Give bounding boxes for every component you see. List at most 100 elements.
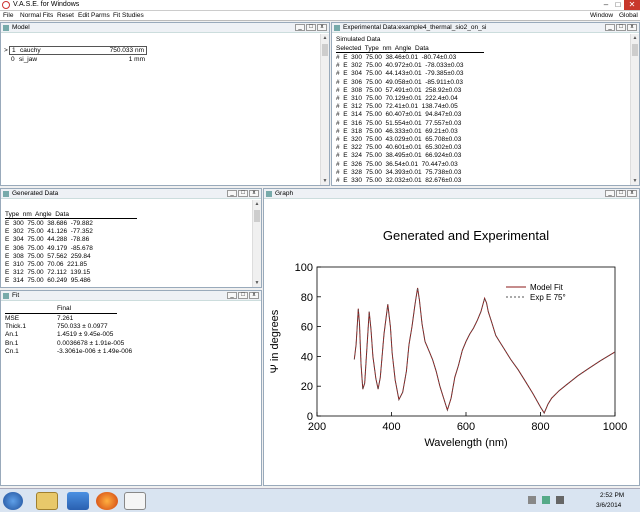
table-row[interactable]: # E 310 75.00 70.129±0.01 222.4±0.04 bbox=[336, 95, 458, 102]
table-row[interactable]: E 310 75.00 70.06 221.85 bbox=[5, 261, 87, 268]
scroll-up-icon[interactable]: ▲ bbox=[631, 34, 639, 42]
table-row[interactable]: # E 328 75.00 34.393±0.01 75.738±0.03 bbox=[336, 169, 461, 176]
table-row[interactable]: E 306 75.00 49.179 -85.678 bbox=[5, 245, 93, 252]
scroll-thumb[interactable] bbox=[254, 210, 260, 222]
scroll-up-icon[interactable]: ▲ bbox=[253, 200, 261, 208]
layer-value: 1 mm bbox=[128, 56, 145, 63]
y-tick-label: 40 bbox=[301, 351, 313, 363]
table-row[interactable]: # E 324 75.00 38.495±0.01 66.924±0.03 bbox=[336, 152, 461, 159]
table-row[interactable]: # E 316 75.00 51.554±0.01 77.557±0.03 bbox=[336, 120, 461, 127]
menu-fit-studies[interactable]: Fit Studies bbox=[113, 12, 144, 19]
table-row[interactable]: # E 312 75.00 72.41±0.01 138.74±0.05 bbox=[336, 103, 458, 110]
table-row[interactable]: E 304 75.00 44.288 -78.86 bbox=[5, 236, 89, 243]
table-row[interactable]: # E 302 75.00 40.972±0.01 -78.033±0.03 bbox=[336, 62, 463, 69]
table-row[interactable]: E 302 75.00 41.126 -77.352 bbox=[5, 228, 93, 235]
model-window: Model _ □ x > 1 cauchy 750.033 nm 0 si_jaw… bbox=[0, 22, 330, 186]
volume-icon[interactable] bbox=[556, 496, 564, 504]
close-icon[interactable]: x bbox=[627, 24, 637, 31]
maximize-icon[interactable]: □ bbox=[616, 24, 626, 31]
close-icon[interactable]: x bbox=[317, 24, 327, 31]
table-row[interactable]: # E 304 75.00 44.143±0.01 -79.385±0.03 bbox=[336, 70, 463, 77]
y-tick-label: 80 bbox=[301, 292, 313, 304]
maximize-icon[interactable]: □ bbox=[616, 190, 626, 197]
internet-explorer-icon[interactable] bbox=[67, 492, 89, 510]
menu-normal-fits[interactable]: Normal Fits bbox=[20, 12, 53, 19]
minimize-icon[interactable]: – bbox=[600, 0, 612, 10]
menu-global[interactable]: Global bbox=[619, 12, 638, 19]
scroll-thumb[interactable] bbox=[632, 44, 638, 56]
clock-date[interactable]: 3/6/2014 bbox=[596, 502, 621, 509]
experimental-scrollbar[interactable]: ▲ ▼ bbox=[630, 34, 639, 185]
scroll-thumb[interactable] bbox=[322, 44, 328, 56]
minimize-icon[interactable]: _ bbox=[295, 24, 305, 31]
minimize-icon[interactable]: _ bbox=[227, 292, 237, 299]
network-icon[interactable] bbox=[542, 496, 550, 504]
scroll-up-icon[interactable]: ▲ bbox=[321, 34, 329, 42]
table-row[interactable]: # E 306 75.00 49.058±0.01 -85.911±0.03 bbox=[336, 79, 463, 86]
taskbar: 2:52 PM 3/6/2014 bbox=[0, 488, 640, 512]
fit-param-label[interactable]: Cn.1 bbox=[5, 348, 19, 355]
table-row[interactable]: E 314 75.00 60.249 95.486 bbox=[5, 277, 91, 284]
maximize-icon[interactable]: □ bbox=[612, 0, 624, 10]
minimize-icon[interactable]: _ bbox=[605, 190, 615, 197]
table-row[interactable]: E 300 75.00 38.686 -79.882 bbox=[5, 220, 93, 227]
layer-num: 0 bbox=[11, 56, 15, 63]
graph-window-title: Graph bbox=[275, 190, 294, 197]
clock-time[interactable]: 2:52 PM bbox=[600, 492, 624, 499]
chart-title: Generated and Experimental bbox=[383, 228, 549, 243]
table-row[interactable]: # E 318 75.00 46.333±0.01 69.21±0.03 bbox=[336, 128, 458, 135]
app-title: V.A.S.E. for Windows bbox=[13, 1, 80, 8]
model-layer-1[interactable]: 1 cauchy 750.033 nm bbox=[9, 46, 147, 55]
maximize-icon[interactable]: □ bbox=[306, 24, 316, 31]
table-row[interactable]: # E 300 75.00 38.46±0.01 -80.74±0.03 bbox=[336, 54, 456, 61]
psi-chart: Generated and Experimental200 400 600 800 10… bbox=[269, 228, 627, 449]
tray-flag-icon[interactable] bbox=[528, 496, 536, 504]
table-row[interactable]: # E 308 75.00 57.491±0.01 258.92±0.03 bbox=[336, 87, 461, 94]
fit-param-value: 0.0036678 ± 1.91e-005 bbox=[57, 339, 125, 347]
model-layer-0[interactable]: 0 si_jaw 1 mm bbox=[9, 56, 147, 65]
app-title-bar: V.A.S.E. for Windows – □ ✕ bbox=[0, 0, 640, 11]
maximize-icon[interactable]: □ bbox=[238, 292, 248, 299]
close-icon[interactable]: x bbox=[627, 190, 637, 197]
table-row[interactable]: # E 330 75.00 32.032±0.01 82.676±0.03 bbox=[336, 177, 461, 184]
menu-file[interactable]: File bbox=[3, 12, 13, 19]
window-icon bbox=[3, 293, 9, 299]
table-row[interactable]: # E 326 75.00 36.54±0.01 70.447±0.03 bbox=[336, 161, 458, 168]
menu-bar: File Normal Fits Reset Edit Parms Fit St… bbox=[0, 11, 640, 21]
table-row[interactable]: # E 320 75.00 43.029±0.01 65.708±0.03 bbox=[336, 136, 461, 143]
fit-param-label[interactable]: Thick.1 bbox=[5, 323, 26, 330]
table-row[interactable]: # E 322 75.00 40.601±0.01 65.302±0.03 bbox=[336, 144, 461, 151]
close-icon[interactable]: x bbox=[249, 190, 259, 197]
scroll-down-icon[interactable]: ▼ bbox=[631, 177, 639, 185]
fit-param-label[interactable]: Bn.1 bbox=[5, 340, 18, 347]
scroll-down-icon[interactable]: ▼ bbox=[321, 177, 329, 185]
menu-window[interactable]: Window bbox=[590, 12, 613, 19]
model-scrollbar[interactable]: ▲ ▼ bbox=[320, 34, 329, 185]
app-logo-icon bbox=[2, 1, 10, 9]
file-explorer-icon[interactable] bbox=[36, 492, 58, 510]
firefox-icon[interactable] bbox=[96, 492, 118, 510]
fit-param-label[interactable]: MSE bbox=[5, 315, 19, 322]
maximize-icon[interactable]: □ bbox=[238, 190, 248, 197]
model-window-title: Model bbox=[12, 24, 30, 31]
fit-param-label[interactable]: An.1 bbox=[5, 331, 18, 338]
scroll-down-icon[interactable]: ▼ bbox=[253, 279, 261, 287]
generated-scrollbar[interactable]: ▲ ▼ bbox=[252, 200, 261, 287]
experimental-window-title: Experimental Data:example4_thermal_sio2_… bbox=[343, 24, 487, 31]
start-button-icon[interactable] bbox=[3, 492, 23, 510]
y-tick-label: 100 bbox=[295, 262, 313, 274]
legend-label: Model Fit bbox=[530, 283, 564, 292]
minimize-icon[interactable]: _ bbox=[227, 190, 237, 197]
table-row[interactable]: E 308 75.00 57.562 259.84 bbox=[5, 253, 91, 260]
menu-edit-parms[interactable]: Edit Parms bbox=[78, 12, 110, 19]
generated-window-header: Generated Data _ □ x bbox=[1, 189, 261, 199]
table-row[interactable]: E 312 75.00 72.112 139.15 bbox=[5, 269, 90, 276]
vase-taskbar-icon[interactable] bbox=[124, 492, 146, 510]
close-icon[interactable]: ✕ bbox=[624, 0, 640, 10]
menu-reset[interactable]: Reset bbox=[57, 12, 74, 19]
minimize-icon[interactable]: _ bbox=[605, 24, 615, 31]
table-row[interactable]: # E 314 75.00 60.407±0.01 94.847±0.03 bbox=[336, 111, 461, 118]
layer-value: 750.033 nm bbox=[109, 47, 144, 54]
close-icon[interactable]: x bbox=[249, 292, 259, 299]
series-line-model-fit bbox=[353, 287, 616, 415]
